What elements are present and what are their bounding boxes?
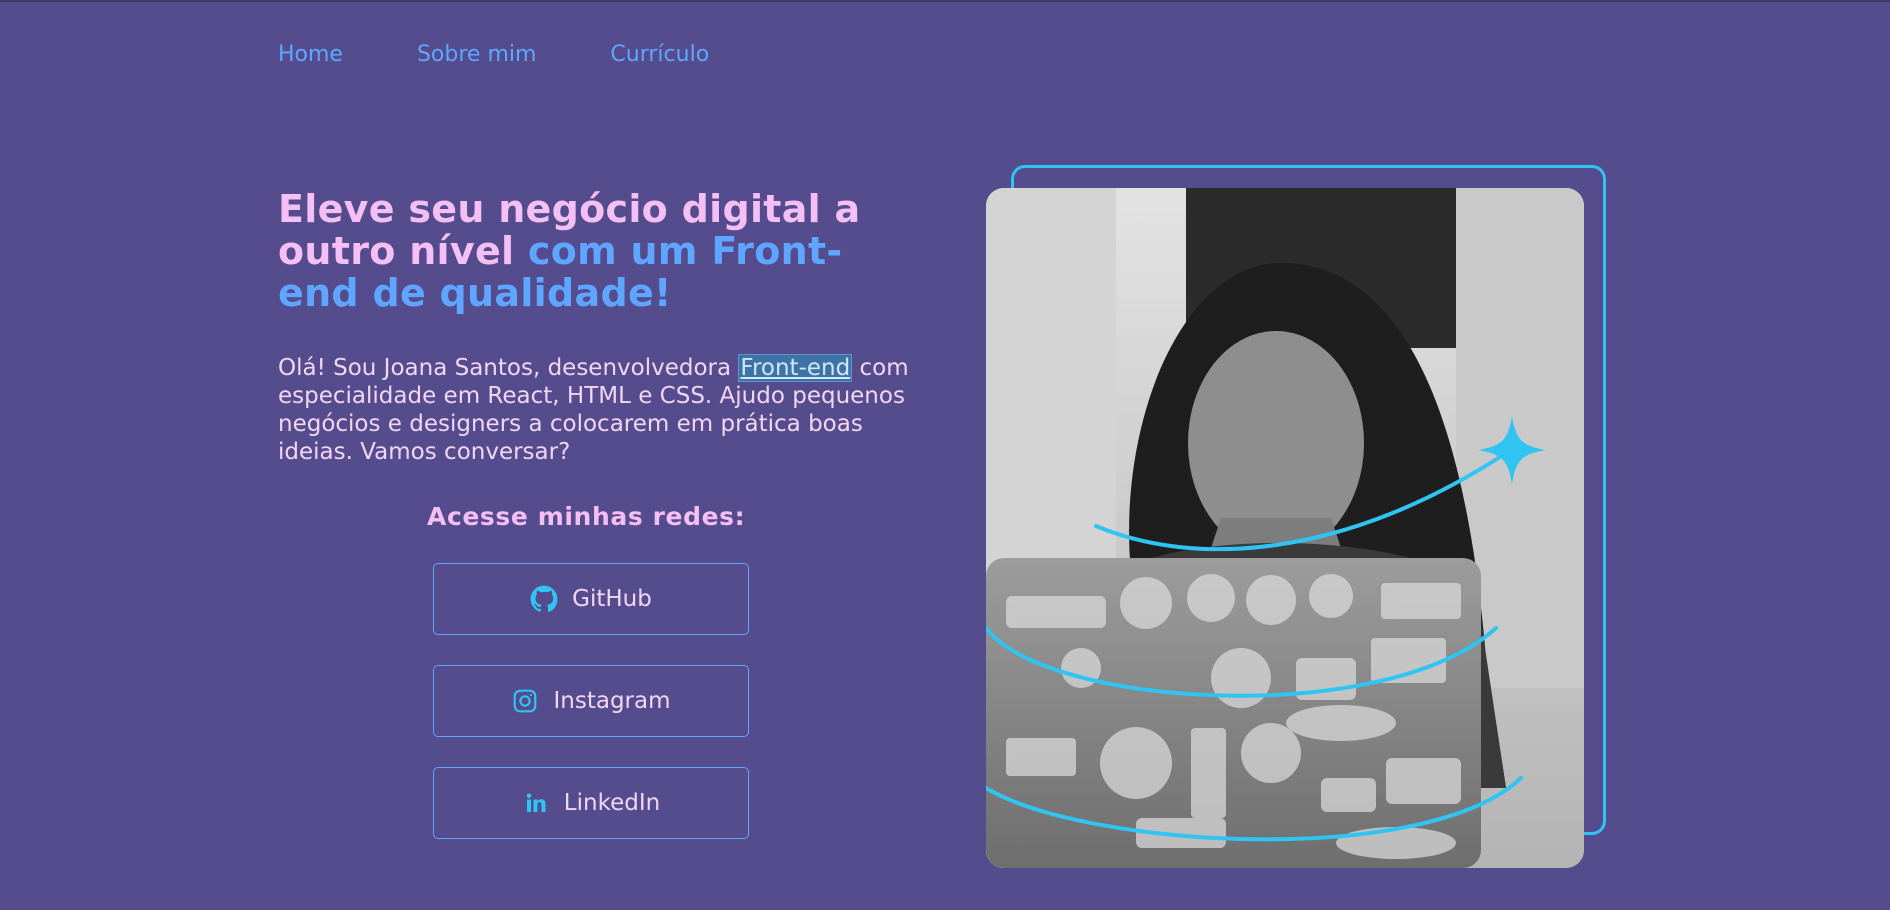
intro-text-before: Olá! Sou Joana Santos, desenvolvedora [278, 355, 739, 381]
instagram-icon [511, 687, 539, 715]
instagram-button[interactable]: Instagram [433, 665, 749, 737]
github-icon [530, 585, 558, 613]
hero-intro: Olá! Sou Joana Santos, desenvolvedora Fr… [278, 354, 918, 466]
github-button[interactable]: GitHub [433, 563, 749, 635]
intro-highlight: Front-end [738, 354, 853, 382]
nav-curriculo-link[interactable]: Currículo [610, 42, 709, 67]
profile-photo [986, 188, 1584, 868]
linkedin-button[interactable]: LinkedIn [433, 767, 749, 839]
hero-headline: Eleve seu negócio digital a outro nível … [278, 188, 918, 314]
linkedin-label: LinkedIn [563, 790, 661, 816]
instagram-label: Instagram [553, 688, 671, 714]
main-nav: Home Sobre mim Currículo [278, 42, 709, 67]
github-label: GitHub [572, 586, 652, 612]
social-title: Acesse minhas redes: [427, 502, 746, 531]
nav-home-link[interactable]: Home [278, 42, 343, 67]
nav-sobre-link[interactable]: Sobre mim [417, 42, 536, 67]
linkedin-icon [522, 789, 550, 817]
